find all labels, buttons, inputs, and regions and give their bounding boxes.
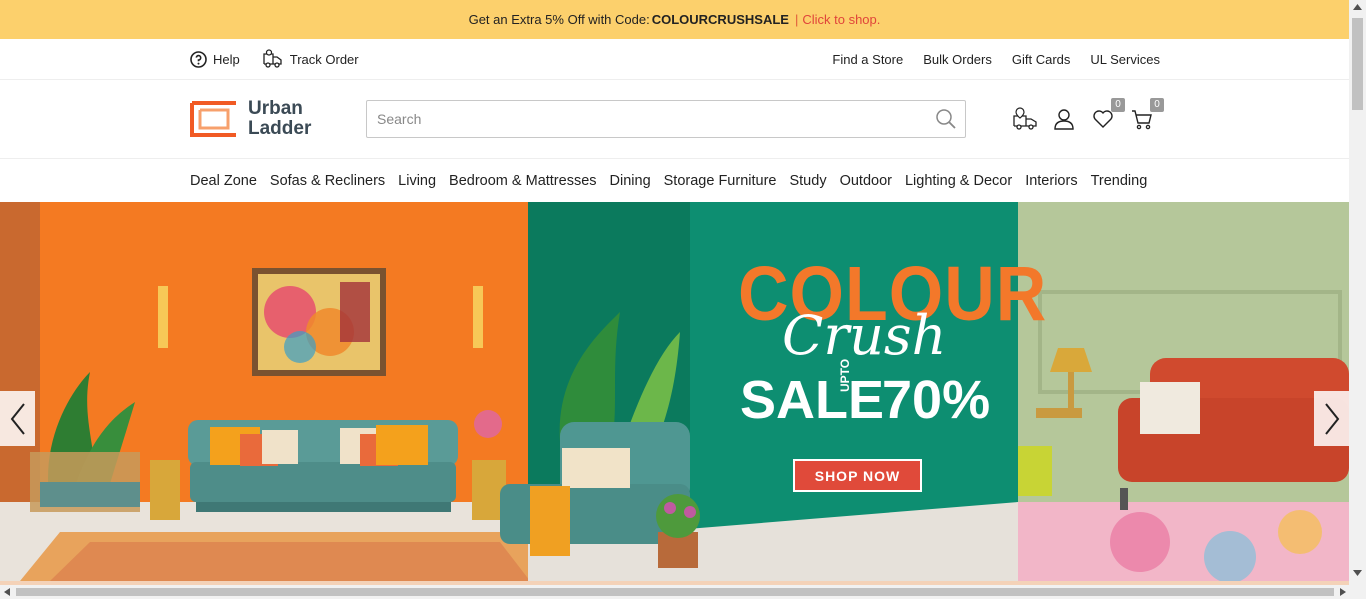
logo[interactable]: Urban Ladder [190, 99, 366, 139]
promo-shop-link[interactable]: Click to shop. [802, 12, 880, 27]
help-icon [190, 50, 207, 68]
wishlist-button[interactable]: 0 [1090, 98, 1125, 132]
vertical-scrollbar[interactable] [1349, 0, 1366, 585]
nav-item-dining[interactable]: Dining [610, 173, 651, 189]
carousel-next-button[interactable] [1314, 391, 1349, 446]
promo-bar[interactable]: Get an Extra 5% Off with Code: COLOURCRU… [0, 0, 1349, 39]
user-icon [1054, 109, 1074, 130]
wishlist-count-badge: 0 [1111, 98, 1125, 112]
utility-bar: Help Track Order Find a Store Bulk Order… [0, 39, 1349, 80]
truck-location-icon [1013, 107, 1037, 130]
chevron-right-icon [1324, 402, 1339, 435]
ul-services-link[interactable]: UL Services [1090, 52, 1160, 67]
hero-percent: 70% [882, 370, 991, 430]
gift-cards-link[interactable]: Gift Cards [1012, 52, 1071, 67]
truck-icon [263, 49, 282, 68]
horizontal-scrollbar-thumb[interactable] [16, 588, 1334, 596]
bulk-orders-link[interactable]: Bulk Orders [923, 52, 992, 67]
hero-script: Crush [782, 304, 947, 367]
nav-item-bedroom-mattresses[interactable]: Bedroom & Mattresses [449, 173, 596, 189]
store-locator-button[interactable] [1012, 106, 1038, 132]
nav-item-trending[interactable]: Trending [1091, 173, 1148, 189]
scroll-left-icon [4, 588, 10, 596]
logo-text-line1: Urban [248, 98, 303, 119]
hero-upto: UPTO [838, 358, 852, 392]
logo-mark-icon [190, 101, 236, 137]
scroll-down-icon [1353, 570, 1362, 576]
nav-item-living[interactable]: Living [398, 173, 436, 189]
scroll-right-icon [1340, 588, 1346, 596]
nav-item-lighting-decor[interactable]: Lighting & Decor [905, 173, 1012, 189]
help-link[interactable]: Help [190, 50, 240, 68]
hero-illustration [0, 202, 1349, 581]
cart-count-badge: 0 [1150, 98, 1164, 112]
promo-separator: | [794, 12, 799, 27]
vertical-scrollbar-thumb[interactable] [1352, 18, 1363, 110]
nav-item-storage-furniture[interactable]: Storage Furniture [664, 173, 777, 189]
nav-item-deal-zone[interactable]: Deal Zone [190, 173, 257, 189]
help-label: Help [213, 51, 240, 67]
nav-item-outdoor[interactable]: Outdoor [840, 173, 892, 189]
shop-now-button[interactable]: SHOP NOW [793, 459, 922, 492]
nav-item-study[interactable]: Study [789, 173, 826, 189]
account-button[interactable] [1051, 106, 1077, 132]
carousel-prev-button[interactable] [0, 391, 35, 446]
search-input[interactable] [377, 111, 917, 127]
logo-text-line2: Ladder [248, 118, 312, 139]
heart-icon [1093, 110, 1113, 128]
track-order-link[interactable]: Track Order [262, 49, 359, 69]
search-icon[interactable] [935, 108, 957, 130]
nav-item-sofas-recliners[interactable]: Sofas & Recliners [270, 173, 385, 189]
hero-sale: SALE [740, 370, 885, 430]
main-header: Urban Ladder Search 0 0 [0, 80, 1349, 159]
promo-text: Get an Extra 5% Off with Code: [468, 12, 650, 27]
cart-button[interactable]: 0 [1129, 98, 1164, 132]
search-box [366, 100, 966, 138]
find-store-link[interactable]: Find a Store [832, 52, 903, 67]
category-nav: Deal Zone Sofas & Recliners Living Bedro… [0, 159, 1349, 202]
horizontal-scrollbar[interactable] [0, 585, 1366, 599]
nav-item-interiors[interactable]: Interiors [1025, 173, 1077, 189]
track-order-label: Track Order [289, 51, 359, 67]
hero-banner[interactable]: COLOUR Crush SALE UPTO 70% SHOP NOW [0, 202, 1349, 581]
scroll-up-icon [1353, 4, 1362, 10]
chevron-left-icon [10, 402, 25, 435]
promo-code: COLOURCRUSHSALE [651, 12, 789, 27]
